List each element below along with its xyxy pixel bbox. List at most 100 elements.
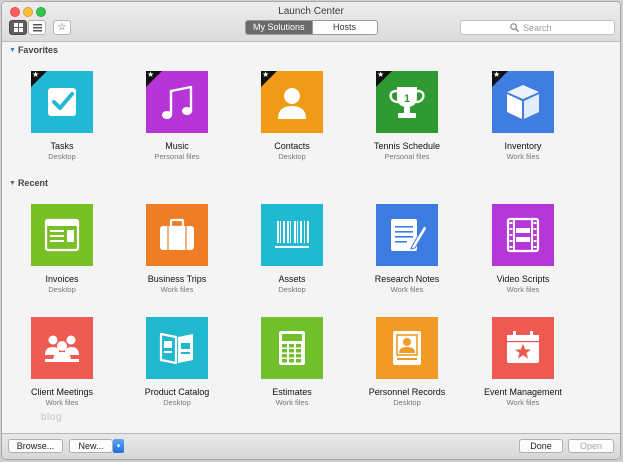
favorite-star-icon: ★: [493, 71, 501, 79]
favorite-star-icon: ★: [147, 71, 155, 79]
done-button[interactable]: Done: [519, 439, 563, 453]
solution-location: Personal files: [384, 152, 430, 161]
solution-location: Personal files: [154, 152, 200, 161]
solution-item[interactable]: Client Meetings Work files: [7, 317, 117, 407]
solution-icon-tile[interactable]: [146, 204, 208, 266]
solution-name: Client Meetings: [30, 387, 94, 397]
search-icon: [510, 23, 519, 32]
solution-name: Personnel Records: [368, 387, 446, 397]
tab-hosts[interactable]: Hosts: [311, 21, 377, 34]
solution-item[interactable]: Video Scripts Work files: [468, 204, 578, 294]
solution-name: Estimates: [272, 387, 312, 397]
favorite-star-icon: ★: [32, 71, 40, 79]
solution-item[interactable]: Product Catalog Desktop: [122, 317, 232, 407]
grid-view-button[interactable]: [9, 20, 27, 35]
solution-location: Work files: [506, 285, 540, 294]
solution-icon-tile[interactable]: [31, 317, 93, 379]
solution-item[interactable]: Estimates Work files: [237, 317, 347, 407]
suitcase-icon: [160, 218, 194, 250]
solution-icon-tile[interactable]: [146, 317, 208, 379]
solution-icon-tile[interactable]: [261, 317, 323, 379]
solution-name: Inventory: [504, 141, 542, 151]
solutions-hosts-segmented-control: My Solutions Hosts: [245, 20, 378, 35]
solution-name: Tasks: [50, 141, 74, 151]
invoice-window-icon: [44, 218, 80, 252]
solution-location: Work files: [506, 152, 540, 161]
solution-item[interactable]: ★ Inventory Work files: [468, 71, 578, 161]
search-field[interactable]: [460, 20, 615, 35]
chevron-down-icon: ▾: [116, 443, 121, 450]
solution-item[interactable]: ★ Contacts Desktop: [237, 71, 347, 161]
solution-item[interactable]: Event Management Work files: [468, 317, 578, 407]
solution-icon-tile[interactable]: ★: [492, 71, 554, 133]
search-input[interactable]: [523, 22, 565, 33]
recent-section-label: Recent: [17, 178, 48, 188]
solution-location: Desktop: [48, 285, 76, 294]
solution-name: Product Catalog: [144, 387, 210, 397]
solution-name: Contacts: [274, 141, 310, 151]
favorite-star-icon: ★: [262, 71, 270, 79]
solution-item[interactable]: 1 ★ Tennis Schedule Personal files: [352, 71, 462, 161]
barcode-icon: [275, 221, 309, 248]
solution-name: Tennis Schedule: [373, 141, 441, 151]
grid-view-icon: [13, 23, 23, 32]
solution-item[interactable]: Personnel Records Desktop: [352, 317, 462, 407]
calculator-icon: [279, 331, 305, 365]
solution-name: Invoices: [45, 274, 79, 284]
catalog-book-icon: [159, 332, 193, 365]
solution-name: Business Trips: [147, 274, 207, 284]
solution-icon-tile[interactable]: [492, 317, 554, 379]
solution-location: Desktop: [393, 398, 421, 407]
solution-name: Event Management: [483, 387, 563, 397]
film-strip-icon: [506, 217, 540, 253]
window-title: Launch Center: [278, 6, 344, 17]
solution-name: Research Notes: [374, 274, 440, 284]
recent-section-header[interactable]: ▼ Recent: [9, 178, 48, 188]
solution-location: Work files: [275, 398, 309, 407]
solution-location: Desktop: [278, 152, 306, 161]
solution-name: Music: [165, 141, 189, 151]
solution-icon-tile[interactable]: [261, 204, 323, 266]
watermark-text: blog: [41, 412, 62, 423]
solution-icon-tile[interactable]: [376, 204, 438, 266]
launch-center-window: Launch Center ☆ My Solutions Hosts ▼ Fav…: [1, 1, 621, 460]
bottom-bar: Browse... New... ▾ Done Open: [2, 433, 620, 459]
tab-my-solutions[interactable]: My Solutions: [246, 21, 312, 34]
calendar-star-icon: [507, 331, 539, 363]
people-group-icon: [45, 335, 79, 362]
list-view-icon: [32, 23, 42, 31]
solution-icon-tile[interactable]: [492, 204, 554, 266]
id-badge-icon: [393, 331, 421, 365]
solution-item[interactable]: Business Trips Work files: [122, 204, 232, 294]
solution-item[interactable]: Invoices Desktop: [7, 204, 117, 294]
browse-button[interactable]: Browse...: [8, 439, 63, 453]
favorite-star-icon: ★: [377, 71, 385, 79]
solution-icon-tile[interactable]: 1 ★: [376, 71, 438, 133]
solution-item[interactable]: Research Notes Work files: [352, 204, 462, 294]
solution-icon-tile[interactable]: ★: [31, 71, 93, 133]
solution-location: Work files: [506, 398, 540, 407]
svg-text:1: 1: [404, 93, 410, 105]
solution-location: Desktop: [163, 398, 191, 407]
solution-icon-tile[interactable]: [376, 317, 438, 379]
open-button[interactable]: Open: [568, 439, 614, 453]
notepad-pencil-icon: [391, 219, 428, 251]
solution-item[interactable]: ★ Music Personal files: [122, 71, 232, 161]
star-outline-icon: ☆: [57, 21, 67, 33]
solution-item[interactable]: Assets Desktop: [237, 204, 347, 294]
title-bar: Launch Center ☆ My Solutions Hosts: [2, 2, 620, 42]
solution-location: Work files: [160, 285, 194, 294]
disclosure-triangle-icon: ▼: [9, 179, 16, 187]
favorites-section-header[interactable]: ▼ Favorites: [9, 45, 58, 55]
solution-icon-tile[interactable]: ★: [146, 71, 208, 133]
list-view-button[interactable]: [28, 20, 46, 35]
solution-location: Desktop: [48, 152, 76, 161]
solution-icon-tile[interactable]: ★: [261, 71, 323, 133]
solution-icon-tile[interactable]: [31, 204, 93, 266]
solution-name: Assets: [278, 274, 306, 284]
solution-item[interactable]: ★ Tasks Desktop: [7, 71, 117, 161]
solution-name: Video Scripts: [496, 274, 550, 284]
favorites-button[interactable]: ☆: [53, 20, 71, 35]
new-button[interactable]: New...: [69, 439, 113, 453]
new-dropdown-button[interactable]: ▾: [113, 439, 124, 453]
